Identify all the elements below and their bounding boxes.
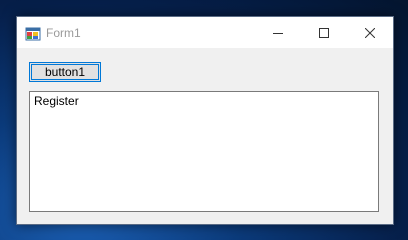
textbox-content: Register (34, 94, 79, 108)
minimize-icon (273, 32, 283, 34)
button1[interactable]: button1 (29, 62, 101, 82)
close-icon (365, 27, 375, 38)
close-button[interactable] (347, 17, 393, 48)
minimize-button[interactable] (255, 17, 301, 48)
form1-window: Form1 button1 Register (16, 16, 394, 225)
form-client-area: button1 Register (17, 48, 393, 224)
window-title: Form1 (46, 26, 81, 40)
maximize-button[interactable] (301, 17, 347, 48)
form-app-icon (25, 27, 41, 41)
output-textbox[interactable]: Register (29, 91, 379, 212)
maximize-icon (319, 27, 329, 38)
title-bar[interactable]: Form1 (17, 17, 393, 48)
